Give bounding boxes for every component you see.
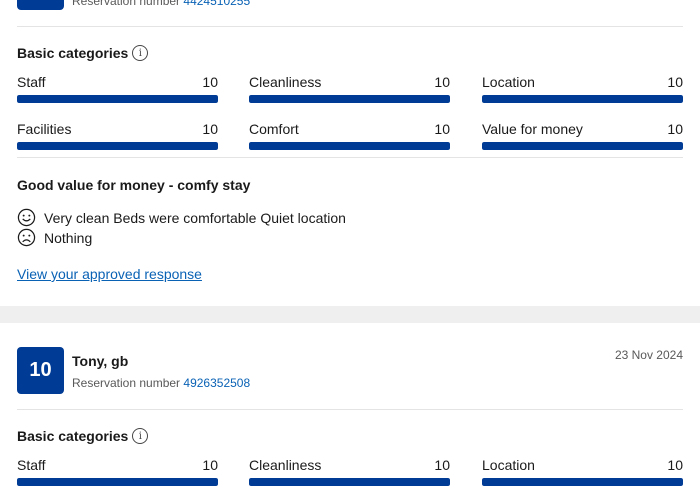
category-bar (249, 95, 450, 103)
info-icon[interactable]: i (132, 45, 149, 61)
category-label: Cleanliness (249, 457, 322, 473)
smiley-face-icon (17, 208, 36, 227)
categories-title-text: Basic categories (17, 428, 129, 444)
view-approved-response-link[interactable]: View your approved response (17, 266, 202, 282)
review-date: 23 Nov 2024 (614, 348, 683, 362)
category-label: Location (482, 457, 535, 473)
negative-text: Nothing (44, 229, 93, 246)
category-label: Staff (17, 457, 46, 473)
category-bar (17, 142, 218, 150)
divider (17, 409, 683, 410)
category-staff: Staff 10 (17, 74, 218, 103)
negative-feedback: Nothing (17, 228, 92, 247)
category-staff: Staff 10 (17, 457, 218, 486)
category-score: 10 (434, 457, 450, 473)
category-bar-fill (249, 95, 450, 103)
category-bar-fill (17, 142, 218, 150)
info-icon[interactable]: i (132, 428, 149, 444)
category-bar-fill (17, 95, 218, 103)
category-label: Location (482, 74, 535, 90)
category-cleanliness: Cleanliness 10 (249, 74, 450, 103)
category-label: Comfort (249, 121, 299, 137)
positive-feedback: Very clean Beds were comfortable Quiet l… (17, 208, 346, 227)
reservation-label: Reservation number (72, 376, 181, 390)
divider (17, 157, 683, 158)
category-comfort: Comfort 10 (249, 121, 450, 150)
category-cleanliness: Cleanliness 10 (249, 457, 450, 486)
category-label: Staff (17, 74, 46, 90)
category-bar (249, 478, 450, 486)
category-score: 10 (434, 121, 450, 137)
category-location: Location 10 (482, 74, 683, 103)
reservation-number-link[interactable]: 4926352508 (183, 376, 250, 390)
category-bar-fill (249, 478, 450, 486)
category-bar-fill (17, 478, 218, 486)
review-card-2: 10 Tony, gb 23 Nov 2024 Reservation numb… (0, 323, 700, 500)
category-score: 10 (667, 457, 683, 473)
reservation-label: Reservation number (72, 0, 181, 8)
category-score: 10 (667, 121, 683, 137)
categories-title: Basic categories i (17, 45, 149, 61)
category-bar (482, 95, 683, 103)
reservation-number-link[interactable]: 4424510255 (183, 0, 250, 8)
category-bar-fill (482, 142, 683, 150)
category-score: 10 (202, 121, 218, 137)
review-score-badge: 10 (17, 0, 64, 10)
category-bar (17, 95, 218, 103)
category-facilities: Facilities 10 (17, 121, 218, 150)
category-bar (482, 142, 683, 150)
category-bar (249, 142, 450, 150)
category-bar-fill (482, 95, 683, 103)
reservation-line: Reservation number 4424510255 (72, 0, 250, 8)
positive-text: Very clean Beds were comfortable Quiet l… (44, 209, 346, 226)
card-separator (0, 306, 700, 323)
category-label: Facilities (17, 121, 72, 137)
category-value-for-money: Value for money 10 (482, 121, 683, 150)
category-bar (482, 478, 683, 486)
category-location: Location 10 (482, 457, 683, 486)
reservation-line: Reservation number 4926352508 (72, 376, 250, 390)
category-label: Cleanliness (249, 74, 322, 90)
sad-face-icon (17, 228, 36, 247)
divider (17, 26, 683, 27)
categories-title-text: Basic categories (17, 45, 129, 61)
category-score: 10 (434, 74, 450, 90)
categories-title: Basic categories i (17, 428, 149, 444)
review-headline: Good value for money - comfy stay (17, 177, 251, 193)
category-bar (17, 478, 218, 486)
category-bar-fill (482, 478, 683, 486)
review-card-1: 10 Reservation number 4424510255 Basic c… (0, 0, 700, 306)
category-bar-fill (249, 142, 450, 150)
review-score-badge: 10 (17, 347, 64, 394)
category-score: 10 (667, 74, 683, 90)
guest-name: Tony, gb (72, 353, 129, 369)
category-score: 10 (202, 457, 218, 473)
category-label: Value for money (482, 121, 583, 137)
category-score: 10 (202, 74, 218, 90)
